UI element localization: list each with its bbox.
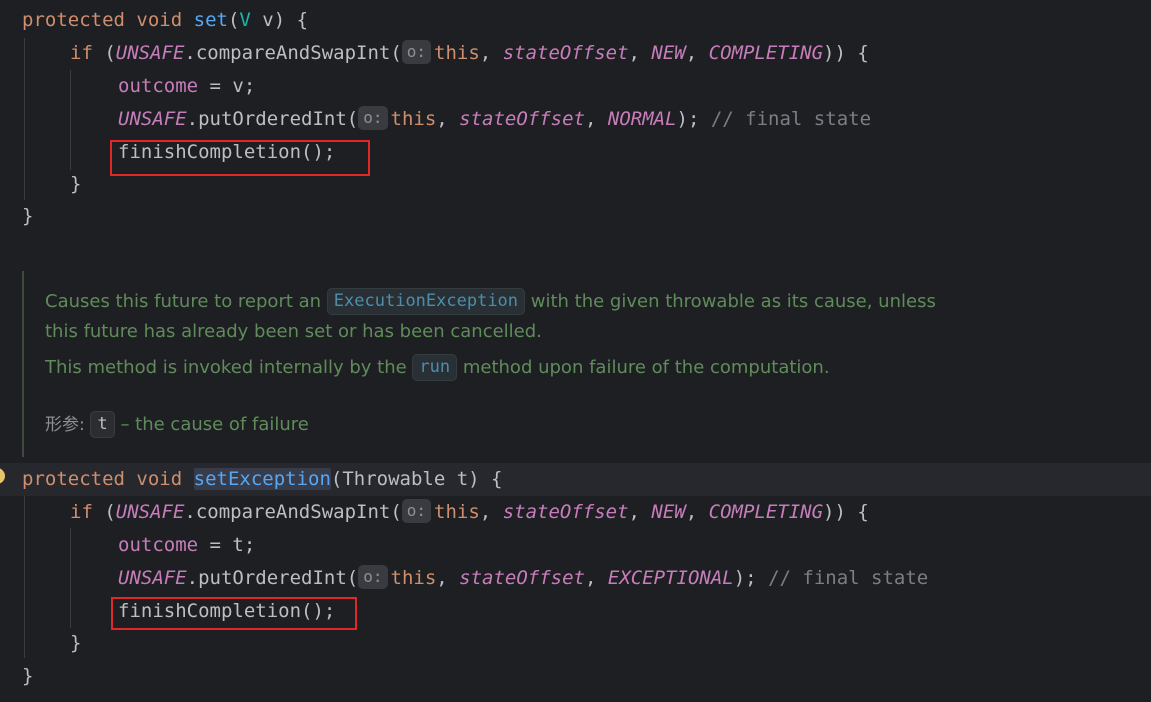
- state-offset-ref[interactable]: stateOffset: [459, 108, 585, 130]
- cas-call[interactable]: .compareAndSwapInt(: [184, 42, 401, 64]
- javadoc-block[interactable]: Causes this future to report an Executio…: [22, 271, 1151, 457]
- method-name-set-exception[interactable]: setException: [193, 468, 331, 490]
- indent-guide: [70, 70, 71, 170]
- code-line-3[interactable]: outcome = v;: [0, 70, 255, 103]
- new-const[interactable]: NEW: [651, 42, 685, 64]
- code-line-current[interactable]: protected void setException(Throwable t)…: [0, 463, 1151, 496]
- code-line-1[interactable]: protected void set(V v) {: [0, 4, 308, 37]
- code-editor[interactable]: protected void set(V v) { if (UNSAFE.com…: [0, 0, 1151, 702]
- close-brace: }: [22, 205, 34, 227]
- assignment: = v;: [198, 75, 256, 97]
- keyword-void: void: [136, 9, 183, 31]
- assignment: = t;: [198, 534, 256, 556]
- doc-param-line: 形参: t – the cause of failure: [45, 410, 309, 440]
- comma: ,: [685, 42, 709, 64]
- unsafe-ref[interactable]: UNSAFE: [118, 567, 187, 589]
- doc-line: this future has already been set or has …: [45, 317, 542, 347]
- close-brace: }: [70, 173, 82, 195]
- param-hint-o: o:: [401, 40, 432, 64]
- doc-param-label: 形参:: [45, 415, 85, 435]
- comma: ,: [436, 108, 460, 130]
- code-line-7[interactable]: }: [0, 200, 46, 233]
- comma: ,: [685, 501, 709, 523]
- close-brace: }: [22, 665, 34, 687]
- paren: );: [676, 108, 711, 130]
- keyword-if: if: [70, 42, 93, 64]
- comma: ,: [585, 567, 608, 589]
- doc-param-name[interactable]: t: [90, 411, 115, 438]
- doc-text: method upon failure of the computation.: [457, 357, 830, 378]
- param-hint-o: o:: [401, 499, 432, 523]
- paren: (: [92, 42, 116, 64]
- completing-const[interactable]: COMPLETING: [709, 501, 823, 523]
- cas-call[interactable]: .compareAndSwapInt(: [184, 501, 401, 523]
- unsafe-ref[interactable]: UNSAFE: [116, 501, 185, 523]
- code-line-5[interactable]: finishCompletion();: [0, 136, 335, 169]
- completing-const[interactable]: COMPLETING: [709, 42, 823, 64]
- doc-text: with the given throwable as its cause, u…: [525, 291, 936, 312]
- signature-params: (Throwable t) {: [330, 468, 503, 490]
- code-line-4b[interactable]: UNSAFE.putOrderedInt(o: this, stateOffset…: [0, 562, 928, 595]
- code-line-6[interactable]: }: [0, 168, 81, 201]
- keyword-this: this: [434, 42, 480, 64]
- paren: )) {: [823, 42, 869, 64]
- code-line-6b[interactable]: }: [0, 627, 81, 660]
- state-offset-ref[interactable]: stateOffset: [503, 501, 629, 523]
- paren: )) {: [823, 501, 869, 523]
- indent-guide: [70, 528, 71, 628]
- paren: );: [733, 567, 769, 589]
- code-line-4[interactable]: UNSAFE.putOrderedInt(o: this, stateOffset…: [0, 103, 871, 136]
- outcome-field[interactable]: outcome: [118, 75, 198, 97]
- code-line-2[interactable]: if (UNSAFE.compareAndSwapInt(o: this, sta…: [0, 37, 869, 70]
- state-offset-ref[interactable]: stateOffset: [503, 42, 629, 64]
- code-line-7b[interactable]: }: [0, 660, 46, 693]
- new-const[interactable]: NEW: [651, 501, 685, 523]
- normal-const[interactable]: NORMAL: [608, 108, 677, 130]
- doc-text: This method is invoked internally by the: [45, 357, 413, 378]
- state-offset-ref[interactable]: stateOffset: [459, 567, 585, 589]
- code-line-2b[interactable]: if (UNSAFE.compareAndSwapInt(o: this, sta…: [0, 496, 869, 529]
- doc-text: Causes this future to report an: [45, 291, 327, 312]
- comma: ,: [479, 501, 503, 523]
- keyword-this: this: [390, 108, 437, 130]
- keyword-if: if: [70, 501, 93, 523]
- exceptional-const[interactable]: EXCEPTIONAL: [608, 567, 734, 589]
- comma: ,: [436, 567, 460, 589]
- close-brace: }: [70, 632, 82, 654]
- comma: ,: [628, 42, 652, 64]
- highlight-box: [111, 597, 357, 630]
- param-hint-o: o:: [358, 106, 388, 130]
- line-comment: // final state: [710, 108, 872, 130]
- comma: ,: [585, 108, 608, 130]
- param-hint-o: o:: [358, 565, 388, 589]
- keyword-void: void: [136, 468, 183, 490]
- highlight-box: [110, 140, 370, 176]
- line-comment: // final state: [768, 567, 929, 589]
- comma: ,: [479, 42, 503, 64]
- unsafe-ref[interactable]: UNSAFE: [118, 108, 187, 130]
- keyword-protected: protected: [22, 9, 125, 31]
- outcome-field[interactable]: outcome: [118, 534, 198, 556]
- code-line-5b[interactable]: finishCompletion();: [0, 595, 335, 628]
- doc-code-execution-exception[interactable]: ExecutionException: [326, 288, 526, 315]
- put-ordered-call[interactable]: .putOrderedInt(: [187, 567, 359, 589]
- paren: (: [227, 9, 240, 31]
- keyword-this: this: [434, 501, 480, 523]
- doc-text: this future has already been set or has …: [45, 321, 542, 342]
- paren: (: [92, 501, 116, 523]
- code-line-3b[interactable]: outcome = t;: [0, 529, 255, 562]
- keyword-this: this: [390, 567, 437, 589]
- param-v: v) {: [250, 9, 309, 31]
- comma: ,: [628, 501, 652, 523]
- keyword-protected: protected: [22, 468, 125, 490]
- method-name-set[interactable]: set: [194, 9, 228, 31]
- doc-code-run[interactable]: run: [412, 354, 458, 381]
- put-ordered-call[interactable]: .putOrderedInt(: [187, 108, 359, 130]
- unsafe-ref[interactable]: UNSAFE: [116, 42, 185, 64]
- doc-line: Causes this future to report an Executio…: [45, 287, 936, 317]
- type-param-v[interactable]: V: [239, 9, 250, 31]
- doc-line: This method is invoked internally by the…: [45, 353, 830, 383]
- doc-param-desc: – the cause of failure: [114, 414, 309, 435]
